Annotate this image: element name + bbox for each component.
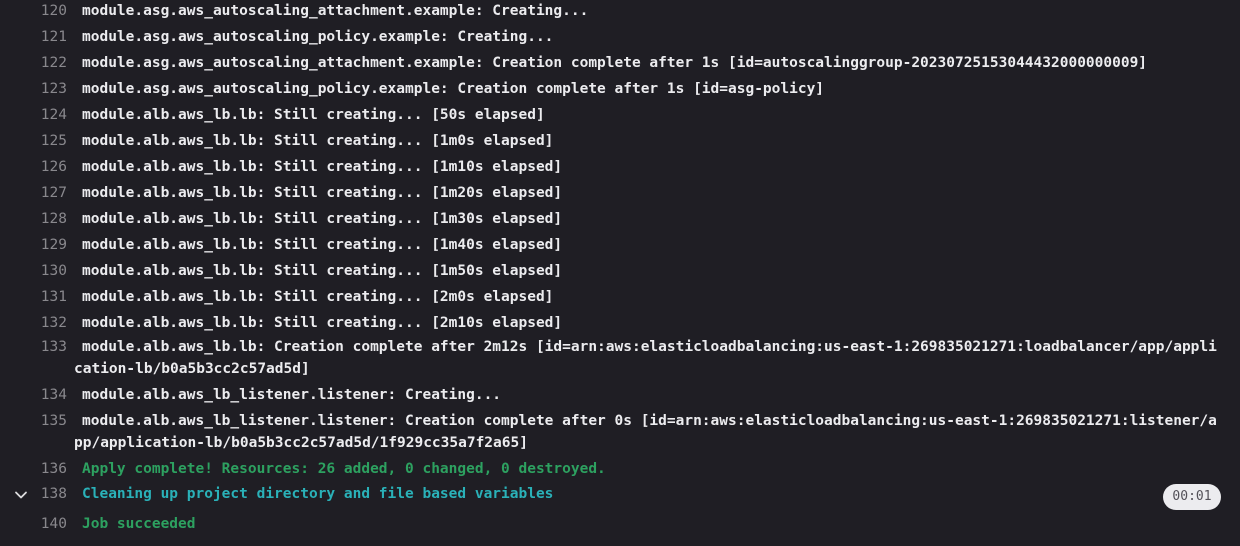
job-succeeded-text: Job succeeded bbox=[82, 516, 196, 532]
log-text: module.alb.aws_lb.lb: Still creating... … bbox=[82, 263, 563, 279]
log-text: module.asg.aws_autoscaling_policy.exampl… bbox=[82, 29, 554, 45]
log-text: module.alb.aws_lb.lb: Still creating... … bbox=[82, 315, 563, 331]
log-text: module.alb.aws_lb_listener.listener: Cre… bbox=[82, 387, 502, 403]
log-text: module.alb.aws_lb.lb: Still creating... … bbox=[82, 185, 563, 201]
line-number[interactable]: 140 bbox=[0, 513, 67, 535]
log-line: 131 module.alb.aws_lb.lb: Still creating… bbox=[0, 286, 1240, 308]
log-text: module.alb.aws_lb.lb: Still creating... … bbox=[82, 289, 554, 305]
log-line: 120 module.asg.aws_autoscaling_attachmen… bbox=[0, 0, 1240, 22]
log-line: 127 module.alb.aws_lb.lb: Still creating… bbox=[0, 182, 1240, 204]
log-section-header[interactable]: 138 Cleaning up project directory and fi… bbox=[0, 483, 1240, 505]
log-line: 134 module.alb.aws_lb_listener.listener:… bbox=[0, 384, 1240, 406]
log-line: 124 module.alb.aws_lb.lb: Still creating… bbox=[0, 104, 1240, 126]
log-line: 121 module.asg.aws_autoscaling_policy.ex… bbox=[0, 26, 1240, 48]
line-number[interactable]: 127 bbox=[0, 182, 67, 204]
log-text: module.alb.aws_lb.lb: Creation complete … bbox=[74, 339, 1217, 377]
line-number[interactable]: 122 bbox=[0, 52, 67, 74]
log-text: module.alb.aws_lb.lb: Still creating... … bbox=[82, 107, 545, 123]
line-number[interactable]: 138 bbox=[0, 483, 67, 505]
line-number[interactable]: 121 bbox=[0, 26, 67, 48]
line-number[interactable]: 135 bbox=[0, 410, 67, 432]
log-text: module.alb.aws_lb.lb: Still creating... … bbox=[82, 237, 563, 253]
log-line: 130 module.alb.aws_lb.lb: Still creating… bbox=[0, 260, 1240, 282]
log-text: module.asg.aws_autoscaling_attachment.ex… bbox=[82, 55, 1148, 71]
log-line: 128 module.alb.aws_lb.lb: Still creating… bbox=[0, 208, 1240, 230]
log-text: module.asg.aws_autoscaling_attachment.ex… bbox=[82, 3, 589, 19]
line-number[interactable]: 132 bbox=[0, 312, 67, 334]
line-number[interactable]: 126 bbox=[0, 156, 67, 178]
line-number[interactable]: 131 bbox=[0, 286, 67, 308]
line-number[interactable]: 128 bbox=[0, 208, 67, 230]
log-text: module.asg.aws_autoscaling_policy.exampl… bbox=[82, 81, 825, 97]
log-text: module.alb.aws_lb_listener.listener: Cre… bbox=[74, 413, 1217, 451]
log-line: 132 module.alb.aws_lb.lb: Still creating… bbox=[0, 312, 1240, 334]
log-line: 136 Apply complete! Resources: 26 added,… bbox=[0, 458, 1240, 480]
line-number[interactable]: 124 bbox=[0, 104, 67, 126]
line-number[interactable]: 134 bbox=[0, 384, 67, 406]
line-number[interactable]: 125 bbox=[0, 130, 67, 152]
log-text: module.alb.aws_lb.lb: Still creating... … bbox=[82, 211, 563, 227]
log-line: 126 module.alb.aws_lb.lb: Still creating… bbox=[0, 156, 1240, 178]
apply-complete-text: Apply complete! Resources: 26 added, 0 c… bbox=[82, 461, 606, 477]
log-text: module.alb.aws_lb.lb: Still creating... … bbox=[82, 133, 554, 149]
line-number[interactable]: 129 bbox=[0, 234, 67, 256]
job-log: 120 module.asg.aws_autoscaling_attachmen… bbox=[0, 0, 1240, 546]
log-line: 135 module.alb.aws_lb_listener.listener:… bbox=[0, 410, 1240, 454]
log-line: 129 module.alb.aws_lb.lb: Still creating… bbox=[0, 234, 1240, 256]
line-number[interactable]: 123 bbox=[0, 78, 67, 100]
line-number[interactable]: 120 bbox=[0, 0, 67, 22]
log-line: 140 Job succeeded bbox=[0, 513, 1240, 535]
section-title: Cleaning up project directory and file b… bbox=[82, 486, 554, 502]
log-line: 123 module.asg.aws_autoscaling_policy.ex… bbox=[0, 78, 1240, 100]
line-number[interactable]: 136 bbox=[0, 458, 67, 480]
log-line: 122 module.asg.aws_autoscaling_attachmen… bbox=[0, 52, 1240, 74]
line-number[interactable]: 130 bbox=[0, 260, 67, 282]
line-number[interactable]: 133 bbox=[0, 336, 67, 358]
log-line: 133 module.alb.aws_lb.lb: Creation compl… bbox=[0, 336, 1240, 380]
section-duration-badge: 00:01 bbox=[1163, 484, 1221, 510]
log-text: module.alb.aws_lb.lb: Still creating... … bbox=[82, 159, 563, 175]
log-line: 125 module.alb.aws_lb.lb: Still creating… bbox=[0, 130, 1240, 152]
